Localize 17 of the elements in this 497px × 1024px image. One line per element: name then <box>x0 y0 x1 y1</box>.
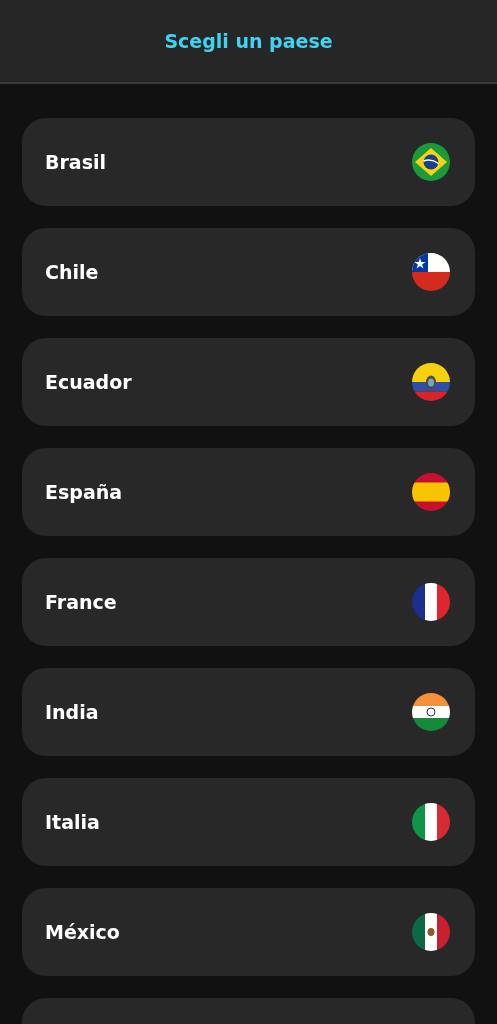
flag-icon <box>412 253 450 291</box>
country-item[interactable]: Brasil <box>22 118 475 206</box>
flag-icon <box>412 693 450 731</box>
flag-icon <box>412 583 450 621</box>
country-item[interactable]: Italia <box>22 778 475 866</box>
flag-icon <box>412 143 450 181</box>
flag-icon <box>412 363 450 401</box>
flag-icon <box>412 473 450 511</box>
country-item[interactable]: Ecuador <box>22 338 475 426</box>
country-item[interactable]: France <box>22 558 475 646</box>
country-item[interactable]: Chile <box>22 228 475 316</box>
flag-icon <box>412 913 450 951</box>
country-item[interactable]: España <box>22 448 475 536</box>
country-item[interactable]: México <box>22 888 475 976</box>
country-item[interactable]: India <box>22 668 475 756</box>
flag-icon <box>412 803 450 841</box>
page-title: Scegli un paese <box>164 30 333 52</box>
